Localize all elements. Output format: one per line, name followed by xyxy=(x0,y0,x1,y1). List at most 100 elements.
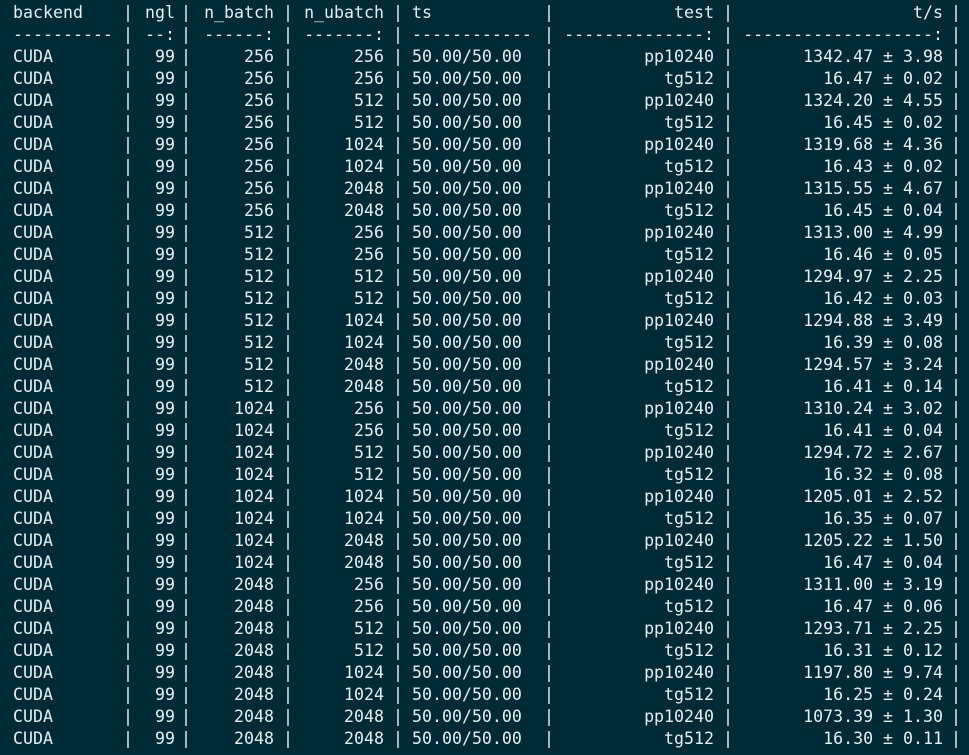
table-row-n-batch-cell: 1024 xyxy=(234,553,274,572)
column-separator: | xyxy=(544,311,554,330)
table-row-ts-cell: 50.00/50.00 xyxy=(412,553,522,572)
column-separator: | xyxy=(181,355,191,374)
table-row-backend-cell: CUDA xyxy=(13,421,53,440)
column-separator: | xyxy=(181,553,191,572)
table-row: CUDA 99 1024 512 50.00/50.00 tg512 16.32 ± 0.0… xyxy=(0,464,969,486)
column-separator: | xyxy=(951,179,961,198)
table-row-t-s-cell: 16.42 ± 0.03 xyxy=(823,289,943,308)
column-separator: | xyxy=(283,597,293,616)
table-row: CUDA 99 2048 2048 50.00/50.00 tg512 16.30 ± 0.… xyxy=(0,728,969,750)
table-row-t-s-cell: 16.45 ± 0.02 xyxy=(823,113,943,132)
table-row-ts-cell: 50.00/50.00 xyxy=(412,289,522,308)
header-row-n-batch-cell: n_batch xyxy=(204,3,274,22)
column-separator: | xyxy=(723,487,733,506)
column-separator: | xyxy=(181,443,191,462)
column-separator: | xyxy=(123,729,133,748)
table-row-backend-cell: CUDA xyxy=(13,685,53,704)
column-separator: | xyxy=(283,157,293,176)
column-separator: | xyxy=(181,267,191,286)
table-row-t-s-cell: 1294.72 ± 2.67 xyxy=(803,443,943,462)
table-row-ngl-cell: 99 xyxy=(155,509,175,528)
column-separator: | xyxy=(544,509,554,528)
column-separator: | xyxy=(544,245,554,264)
column-separator: | xyxy=(951,377,961,396)
column-separator: | xyxy=(544,487,554,506)
table-row-test-cell: tg512 xyxy=(664,377,714,396)
table-row-backend-cell: CUDA xyxy=(13,399,53,418)
table-row-n-ubatch-cell: 2048 xyxy=(344,531,384,550)
column-separator: | xyxy=(123,509,133,528)
table-row-test-cell: pp10240 xyxy=(644,91,714,110)
table-row: CUDA 99 512 512 50.00/50.00 pp10240 1294.97 ± … xyxy=(0,266,969,288)
column-separator: | xyxy=(951,509,961,528)
table-row-t-s-cell: 16.45 ± 0.04 xyxy=(823,201,943,220)
table-row-t-s-cell: 1294.97 ± 2.25 xyxy=(803,267,943,286)
table-row-test-cell: tg512 xyxy=(664,509,714,528)
table-row-ngl-cell: 99 xyxy=(155,465,175,484)
column-separator: | xyxy=(123,641,133,660)
table-row-n-batch-cell: 512 xyxy=(244,289,274,308)
column-separator: | xyxy=(123,487,133,506)
table-row-n-batch-cell: 512 xyxy=(244,355,274,374)
column-separator: | xyxy=(951,641,961,660)
table-row: CUDA 99 512 512 50.00/50.00 tg512 16.42 ± 0.03… xyxy=(0,288,969,310)
table-row-backend-cell: CUDA xyxy=(13,575,53,594)
table-row-n-batch-cell: 2048 xyxy=(234,707,274,726)
table-row-backend-cell: CUDA xyxy=(13,553,53,572)
column-separator: | xyxy=(181,69,191,88)
table-row-backend-cell: CUDA xyxy=(13,267,53,286)
column-separator: | xyxy=(723,399,733,418)
table-row-ngl-cell: 99 xyxy=(155,267,175,286)
table-row-backend-cell: CUDA xyxy=(13,113,53,132)
table-row-test-cell: tg512 xyxy=(664,685,714,704)
table-row-n-batch-cell: 1024 xyxy=(234,531,274,550)
column-separator: | xyxy=(393,135,403,154)
table-row-t-s-cell: 16.32 ± 0.08 xyxy=(823,465,943,484)
table-row-n-batch-cell: 1024 xyxy=(234,487,274,506)
column-separator: | xyxy=(393,509,403,528)
header-row-t-s-cell: t/s xyxy=(913,3,943,22)
table-row-test-cell: pp10240 xyxy=(644,267,714,286)
table-row: CUDA 99 256 256 50.00/50.00 tg512 16.47 ± 0.02… xyxy=(0,68,969,90)
separator-row-t-s-cell: -------------------: xyxy=(743,25,943,44)
table-row-ngl-cell: 99 xyxy=(155,113,175,132)
table-row: CUDA 99 512 2048 50.00/50.00 pp10240 1294.57 ±… xyxy=(0,354,969,376)
column-separator: | xyxy=(181,729,191,748)
table-row-backend-cell: CUDA xyxy=(13,531,53,550)
column-separator: | xyxy=(723,47,733,66)
column-separator: | xyxy=(283,707,293,726)
table-row-t-s-cell: 16.47 ± 0.06 xyxy=(823,597,943,616)
table-row-n-batch-cell: 512 xyxy=(244,267,274,286)
table-row-backend-cell: CUDA xyxy=(13,47,53,66)
column-separator: | xyxy=(283,223,293,242)
column-separator: | xyxy=(951,729,961,748)
terminal-window[interactable]: backend ngl n_batch n_ubatch ts test t/s | | | | | |… xyxy=(0,0,969,755)
table-row-t-s-cell: 16.43 ± 0.02 xyxy=(823,157,943,176)
column-separator: | xyxy=(283,443,293,462)
table-row-ts-cell: 50.00/50.00 xyxy=(412,157,522,176)
column-separator: | xyxy=(123,201,133,220)
table-row-ngl-cell: 99 xyxy=(155,421,175,440)
table-row-n-ubatch-cell: 1024 xyxy=(344,663,384,682)
table-row-t-s-cell: 1205.22 ± 1.50 xyxy=(803,531,943,550)
column-separator: | xyxy=(283,135,293,154)
table-row-n-ubatch-cell: 512 xyxy=(354,619,384,638)
table-row-ts-cell: 50.00/50.00 xyxy=(412,223,522,242)
column-separator: | xyxy=(951,69,961,88)
table-row-n-ubatch-cell: 256 xyxy=(354,245,384,264)
table-row: CUDA 99 256 1024 50.00/50.00 tg512 16.43 ± 0.0… xyxy=(0,156,969,178)
table-row-ngl-cell: 99 xyxy=(155,663,175,682)
column-separator: | xyxy=(181,289,191,308)
table-row-t-s-cell: 16.47 ± 0.04 xyxy=(823,553,943,572)
table-row-test-cell: tg512 xyxy=(664,641,714,660)
column-separator: | xyxy=(544,707,554,726)
table-row-n-ubatch-cell: 2048 xyxy=(344,355,384,374)
table-row-ngl-cell: 99 xyxy=(155,597,175,616)
table-row: CUDA 99 256 2048 50.00/50.00 pp10240 1315.55 ±… xyxy=(0,178,969,200)
table-row-t-s-cell: 16.47 ± 0.02 xyxy=(823,69,943,88)
table-row-t-s-cell: 16.31 ± 0.12 xyxy=(823,641,943,660)
table-row-ngl-cell: 99 xyxy=(155,355,175,374)
column-separator: | xyxy=(393,311,403,330)
column-separator: | xyxy=(544,47,554,66)
table-row-backend-cell: CUDA xyxy=(13,377,53,396)
